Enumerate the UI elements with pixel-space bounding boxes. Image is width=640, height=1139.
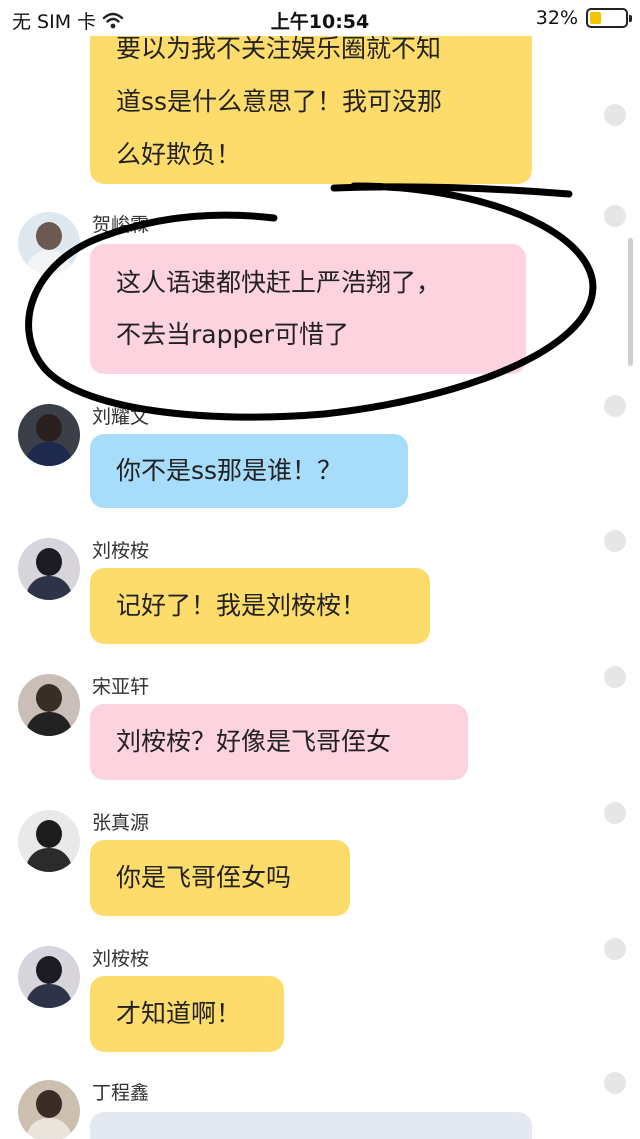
sender-name: 刘桉桉: [92, 540, 150, 562]
scrollbar[interactable]: [628, 238, 633, 366]
message-line: 刘桉桉？好像是飞哥侄女: [116, 727, 392, 756]
battery-group: 32%: [535, 7, 632, 29]
avatar-icon[interactable]: [18, 946, 80, 1008]
sender-name: 丁程鑫: [92, 1082, 150, 1104]
select-radio-icon[interactable]: [604, 802, 626, 824]
sender-name: 贺峻霖: [92, 214, 150, 236]
select-radio-icon[interactable]: [604, 104, 626, 126]
message-line: 不去当rapper可惜了: [116, 320, 349, 349]
message-bubble[interactable]: 记好了！我是刘桉桉！: [90, 568, 430, 644]
sender-name: 刘耀文: [92, 406, 150, 428]
message-line: 道ss是什么意思了！我可没那: [116, 87, 443, 116]
select-radio-icon[interactable]: [604, 666, 626, 688]
avatar-icon[interactable]: [18, 212, 80, 274]
message-line: 才知道啊！: [116, 999, 242, 1028]
message-bubble[interactable]: 才知道啊！: [90, 976, 284, 1052]
message-line: 记好了！我是刘桉桉！: [116, 591, 367, 620]
message-bubble[interactable]: 这人语速都快赶上严浩翔了， 不去当rapper可惜了: [90, 244, 526, 374]
message-bubble[interactable]: 你是飞哥侄女吗: [90, 840, 350, 916]
select-radio-icon[interactable]: [604, 395, 626, 417]
message-bubble[interactable]: 要以为我不关注娱乐圈就不知 道ss是什么意思了！我可没那 么好欺负！: [90, 18, 532, 184]
message-line: 你不是ss那是谁！？: [116, 456, 343, 485]
avatar-icon[interactable]: [18, 404, 80, 466]
select-radio-icon[interactable]: [604, 938, 626, 960]
select-radio-icon[interactable]: [604, 1072, 626, 1094]
sender-name: 张真源: [92, 812, 150, 834]
avatar-icon[interactable]: [18, 538, 80, 600]
chat-view: 要以为我不关注娱乐圈就不知 道ss是什么意思了！我可没那 么好欺负！ 贺峻霖 这…: [0, 0, 640, 1139]
sender-name: 刘桉桉: [92, 948, 150, 970]
message-line: 这人语速都快赶上严浩翔了，: [116, 268, 442, 297]
message-line: 么好欺负！: [116, 140, 242, 169]
avatar-icon[interactable]: [18, 674, 80, 736]
battery-percent: 32%: [535, 7, 578, 29]
status-bar: 无 SIM 卡 上午10:54 32%: [0, 0, 640, 36]
message-bubble[interactable]: 你不是ss那是谁！？: [90, 434, 408, 508]
battery-level: [590, 12, 601, 24]
message-bubble[interactable]: 刘桉桉？好像是飞哥侄女: [90, 704, 468, 780]
avatar-icon[interactable]: [18, 1080, 80, 1139]
select-radio-icon[interactable]: [604, 205, 626, 227]
message-line: 你是飞哥侄女吗: [116, 863, 292, 892]
sender-name: 宋亚轩: [92, 676, 150, 698]
message-bubble[interactable]: [90, 1112, 532, 1139]
battery-icon: [586, 8, 632, 28]
select-radio-icon[interactable]: [604, 530, 626, 552]
avatar-icon[interactable]: [18, 810, 80, 872]
